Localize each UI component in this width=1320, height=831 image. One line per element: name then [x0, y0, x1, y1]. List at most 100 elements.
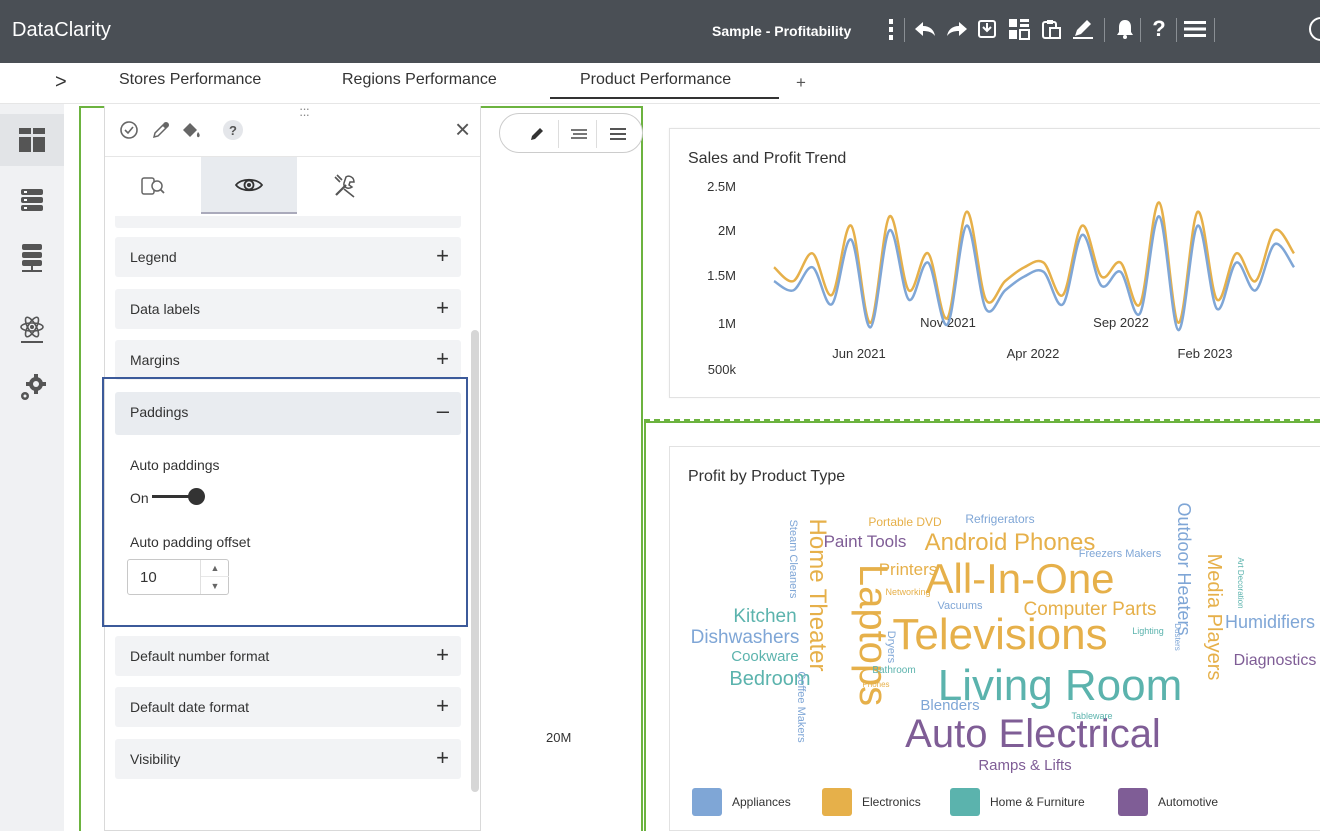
top-bar: DataClarity Sample - Profitability ? [0, 0, 1320, 63]
sales-profit-trend-widget[interactable]: Sales and Profit Trend 2.5M 2M 1.5M 1M 500k N… [669, 128, 1320, 398]
word-cloud-term[interactable]: Dryers [885, 631, 897, 664]
profit-line[interactable] [773, 215, 1296, 332]
expand-plus-icon[interactable]: + [436, 745, 449, 771]
legend-item-electronics[interactable]: Electronics [822, 788, 921, 816]
section-label: Data labels [130, 301, 201, 317]
tab-product-performance[interactable]: Product Performance [550, 71, 779, 99]
menu-icon[interactable] [1182, 16, 1208, 42]
word-cloud-term[interactable]: Kitchen [733, 606, 796, 627]
tab-regions-performance[interactable]: Regions Performance [342, 71, 497, 89]
legend-item-home-furniture[interactable]: Home & Furniture [950, 788, 1085, 816]
redo-icon[interactable] [944, 16, 970, 42]
legend-item-appliances[interactable]: Appliances [692, 788, 791, 816]
word-cloud-term[interactable]: Phones [862, 680, 889, 689]
layout-icon[interactable] [1006, 16, 1032, 42]
help-icon[interactable]: ? [221, 118, 245, 142]
tab-appearance[interactable] [201, 157, 297, 214]
document-title[interactable]: Sample - Profitability [712, 23, 851, 39]
legend-item-automotive[interactable]: Automotive [1118, 788, 1218, 816]
notification-bell-icon[interactable] [1112, 16, 1138, 42]
dashboard-icon[interactable] [0, 114, 64, 166]
data-server-icon[interactable] [0, 232, 64, 284]
legend-swatch [692, 788, 722, 816]
data-sources-icon[interactable] [0, 174, 64, 226]
user-avatar-icon[interactable] [1300, 16, 1320, 42]
expand-sidebar-button[interactable]: > [55, 71, 67, 94]
word-cloud-term[interactable]: Humidifiers [1225, 612, 1315, 632]
help-icon[interactable]: ? [1146, 16, 1172, 42]
word-cloud-term[interactable]: Dishwashers [691, 627, 800, 648]
word-cloud-term[interactable]: Televisions [892, 610, 1107, 659]
left-sidebar [0, 104, 64, 831]
paint-bucket-icon[interactable] [179, 118, 203, 142]
toolbar-divider [1176, 18, 1177, 42]
tab-bar: > Stores Performance Regions Performance… [0, 63, 1320, 104]
undo-icon[interactable] [912, 16, 938, 42]
section-data-labels[interactable]: Data labels + [115, 289, 461, 329]
tab-data-search[interactable] [105, 157, 201, 214]
word-cloud-term[interactable]: Steam Cleaners [787, 520, 799, 599]
drawing-toolbar [499, 113, 643, 153]
panel-tabs [105, 156, 480, 214]
add-tab-button[interactable]: + [796, 73, 806, 93]
word-cloud-term[interactable]: Networking [885, 587, 930, 597]
word-cloud-term[interactable]: Cookware [731, 648, 799, 665]
legend-swatch [1118, 788, 1148, 816]
section-legend[interactable]: Legend + [115, 237, 461, 277]
section-default-number-format[interactable]: Default number format + [115, 636, 461, 676]
word-cloud-term[interactable]: Freezers Makers [1079, 548, 1162, 560]
tab-tools[interactable] [297, 157, 393, 214]
word-cloud-term[interactable]: Refrigerators [965, 512, 1034, 526]
word-cloud-term[interactable]: Media Players [1203, 554, 1225, 681]
close-icon[interactable]: × [455, 114, 470, 145]
list-icon[interactable] [603, 120, 633, 148]
expand-plus-icon[interactable]: + [436, 243, 449, 269]
save-icon[interactable] [974, 16, 1000, 42]
word-cloud-term[interactable]: Dusters [1173, 623, 1182, 651]
check-circle-icon[interactable] [117, 118, 141, 142]
trend-chart[interactable]: 2.5M2M1.5M1M500kNov 2021 Sep 2022Jun 2021… [670, 129, 1320, 399]
word-cloud-term[interactable]: Coffee Makers [795, 671, 807, 743]
section-margins[interactable]: Margins + [115, 340, 461, 380]
word-cloud[interactable]: Portable DVD Refrigerators Paint Tools Andr… [670, 487, 1320, 827]
expand-plus-icon[interactable]: + [436, 295, 449, 321]
pill-divider [596, 120, 597, 148]
settings-gears-icon[interactable] [0, 362, 64, 414]
word-cloud-term[interactable]: Art Decoration [1236, 557, 1245, 608]
legend-label: Electronics [862, 795, 921, 809]
word-cloud-term[interactable]: Lighting [1132, 626, 1164, 636]
axis-value-label: 20M [546, 730, 572, 745]
x-tick-label: Sep 2022 [1093, 315, 1149, 330]
expand-plus-icon[interactable]: + [436, 693, 449, 719]
pencil-icon[interactable] [522, 120, 552, 148]
word-cloud-term[interactable]: Outdoor Heaters [1174, 502, 1194, 635]
word-cloud-term[interactable]: Home Theater [804, 519, 831, 672]
word-cloud-term[interactable]: Paint Tools [824, 532, 907, 551]
panel-scrollbar[interactable] [471, 330, 479, 792]
expand-plus-icon[interactable]: + [436, 346, 449, 372]
drag-handle-icon[interactable]: ··· ··· [299, 102, 310, 121]
section-default-date-format[interactable]: Default date format + [115, 687, 461, 727]
clipboard-icon[interactable] [1038, 16, 1064, 42]
more-vertical-icon[interactable] [878, 16, 904, 42]
section-visibility[interactable]: Visibility + [115, 739, 461, 779]
edit-pen-icon[interactable] [1070, 16, 1096, 42]
word-cloud-term[interactable]: Auto Electrical [905, 712, 1161, 756]
word-cloud-term[interactable]: Android Phones [925, 529, 1096, 556]
word-cloud-term[interactable]: Portable DVD [868, 515, 942, 529]
legend-swatch [822, 788, 852, 816]
science-icon[interactable] [0, 304, 64, 356]
word-cloud-term[interactable]: Bathroom [872, 665, 915, 676]
word-cloud-term[interactable]: All-In-One [925, 555, 1114, 602]
word-cloud-term[interactable]: Diagnostics [1234, 652, 1317, 669]
toolbar-divider [1214, 18, 1215, 42]
section-label: Default number format [130, 648, 270, 664]
eyedropper-icon[interactable] [149, 118, 173, 142]
expand-plus-icon[interactable]: + [436, 642, 449, 668]
text-lines-icon[interactable] [564, 120, 594, 148]
profit-by-product-type-widget[interactable]: Profit by Product Type Portable DVD Refri… [669, 446, 1320, 831]
word-cloud-term[interactable]: Ramps & Lifts [978, 757, 1071, 774]
tab-stores-performance[interactable]: Stores Performance [119, 71, 261, 89]
word-cloud-term[interactable]: Tableware [1071, 711, 1112, 721]
svg-text:?: ? [229, 123, 237, 138]
